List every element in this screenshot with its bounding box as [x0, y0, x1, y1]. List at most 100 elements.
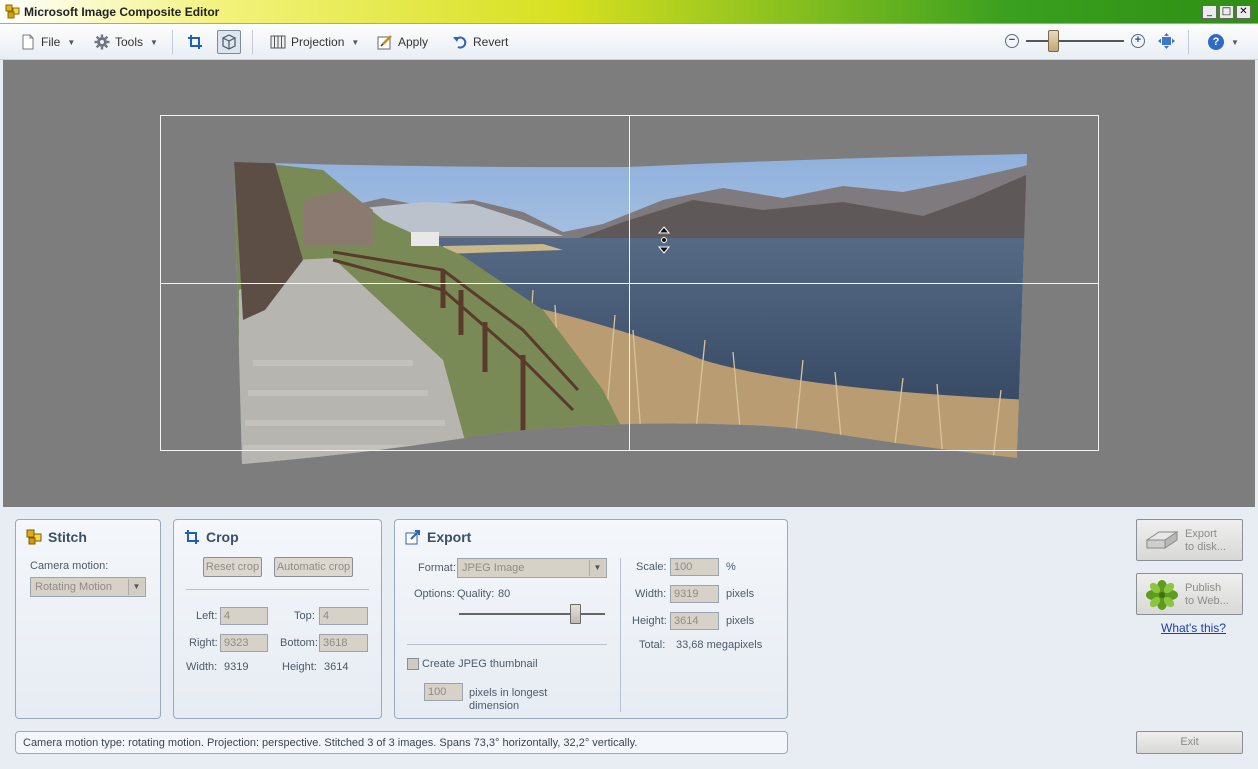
export-height-label: Height: [632, 615, 667, 627]
tools-menu-label: Tools [115, 35, 144, 49]
export-height-input[interactable]: 3614 [670, 612, 719, 630]
stitch-panel-title: Stitch [26, 529, 87, 545]
document-icon [22, 34, 34, 50]
undo-icon [453, 36, 467, 49]
camera-motion-select[interactable]: Rotating Motion ▼ [30, 577, 146, 597]
crop-icon [185, 530, 199, 544]
status-bar: Camera motion type: rotating motion. Pro… [15, 731, 788, 754]
crop-bottom-input[interactable]: 3618 [319, 634, 368, 652]
apply-icon [377, 35, 392, 50]
whats-this-link[interactable]: What's this? [1161, 621, 1226, 635]
crop-panel-title: Crop [184, 529, 239, 545]
crop-panel: Crop Reset crop Automatic crop Left: 4 T… [173, 519, 382, 719]
photosynth-icon [1146, 580, 1178, 610]
format-label: Format: [418, 562, 456, 574]
crop-height-value: 3614 [324, 661, 349, 673]
crop-left-input[interactable]: 4 [220, 607, 268, 625]
thumbnail-pixels-input[interactable]: 100 [424, 683, 463, 701]
publish-to-web-line2: to Web... [1185, 595, 1229, 607]
chevron-down-icon: ▼ [128, 579, 144, 595]
export-title-label: Export [427, 529, 472, 545]
options-label: Options: [414, 588, 455, 600]
zoom-slider-track[interactable] [1026, 40, 1124, 42]
quality-slider-track[interactable] [459, 613, 605, 615]
quality-label: Quality: [457, 588, 495, 600]
zoom-slider-thumb[interactable] [1048, 30, 1059, 52]
camera-motion-value: Rotating Motion [35, 581, 113, 593]
thumbnail-caption-line1: pixels in longest [469, 687, 548, 699]
export-to-disk-line2: to disk... [1185, 541, 1226, 553]
perspective-tool-button[interactable] [217, 30, 241, 54]
preview-canvas[interactable] [3, 60, 1255, 507]
apply-button[interactable]: Apply [377, 32, 428, 52]
scale-unit: % [726, 561, 736, 573]
disk-drive-icon [1145, 531, 1179, 549]
crop-top-label: Top: [294, 610, 315, 622]
crop-width-value: 9319 [224, 661, 249, 673]
reset-crop-button[interactable]: Reset crop [203, 557, 262, 577]
quality-slider-thumb[interactable] [570, 604, 582, 624]
chevron-down-icon: ▼ [1231, 37, 1239, 47]
crop-right-label: Right: [189, 637, 218, 649]
title-bar: Microsoft Image Composite Editor _ □ ✕ [0, 0, 1258, 24]
scale-label: Scale: [636, 561, 667, 573]
vertical-move-cursor-icon [657, 226, 671, 254]
chevron-down-icon: ▼ [351, 37, 360, 47]
crop-bottom-label: Bottom: [280, 637, 318, 649]
publish-to-web-button[interactable]: Publish to Web... [1136, 573, 1243, 615]
total-label: Total: [639, 639, 666, 651]
fit-to-window-icon[interactable] [1158, 33, 1175, 49]
crop-guide-horizontal [161, 283, 1098, 284]
crop-rectangle[interactable] [160, 115, 1099, 451]
revert-button[interactable]: Revert [452, 32, 508, 52]
quality-value: 80 [498, 588, 511, 600]
help-menu[interactable]: ? ▼ [1208, 32, 1239, 52]
crop-top-input[interactable]: 4 [319, 607, 368, 625]
create-thumbnail-checkbox[interactable] [407, 658, 419, 670]
export-to-disk-button[interactable]: Export to disk... [1136, 519, 1243, 561]
crop-tool-button[interactable] [187, 32, 203, 52]
automatic-crop-button[interactable]: Automatic crop [274, 557, 353, 577]
total-value: 33,68 megapixels [676, 639, 763, 651]
export-width-input[interactable]: 9319 [670, 585, 719, 603]
crop-height-label: Height: [282, 661, 317, 673]
format-value: JPEG Image [462, 562, 525, 574]
export-icon [405, 530, 420, 545]
export-width-label: Width: [635, 588, 667, 600]
export-height-unit: pixels [726, 615, 755, 627]
scale-input[interactable]: 100 [670, 558, 719, 576]
cube-icon [222, 34, 236, 50]
chevron-down-icon: ▼ [589, 560, 605, 576]
stitch-icon [26, 529, 42, 545]
export-vertical-separator [620, 558, 621, 712]
maximize-button[interactable]: □ [1219, 5, 1234, 19]
publish-to-web-line1: Publish [1185, 582, 1222, 594]
export-panel: Export Format: JPEG Image ▼ Options: Qua… [394, 519, 788, 719]
format-select[interactable]: JPEG Image ▼ [457, 558, 607, 578]
window-title: Microsoft Image Composite Editor [24, 5, 220, 19]
projection-icon [270, 35, 286, 49]
crop-right-input[interactable]: 9323 [220, 634, 268, 652]
file-menu[interactable]: File ▼ [20, 32, 75, 52]
crop-title-label: Crop [206, 529, 239, 545]
exit-button[interactable]: Exit [1136, 731, 1243, 754]
app-icon [5, 4, 20, 19]
help-icon: ? [1208, 34, 1224, 50]
chevron-down-icon: ▼ [67, 37, 76, 47]
crop-width-label: Width: [186, 661, 218, 673]
export-to-disk-line1: Export [1185, 528, 1217, 540]
chevron-down-icon: ▼ [150, 37, 158, 47]
projection-menu-label: Projection [291, 35, 345, 49]
file-menu-label: File [41, 35, 61, 49]
camera-motion-label: Camera motion: [30, 560, 109, 572]
minimize-button[interactable]: _ [1202, 5, 1217, 19]
projection-menu[interactable]: Projection ▼ [270, 32, 359, 52]
stitch-title-label: Stitch [48, 529, 87, 545]
toolbar: File ▼ Tools ▼ Projection ▼ Apply Revert… [0, 24, 1258, 60]
close-button[interactable]: ✕ [1236, 5, 1251, 19]
revert-button-label: Revert [473, 35, 509, 49]
zoom-in-button[interactable]: + [1131, 34, 1145, 48]
zoom-out-button[interactable]: − [1005, 34, 1019, 48]
toolbar-separator [252, 30, 253, 54]
tools-menu[interactable]: Tools ▼ [94, 32, 158, 52]
